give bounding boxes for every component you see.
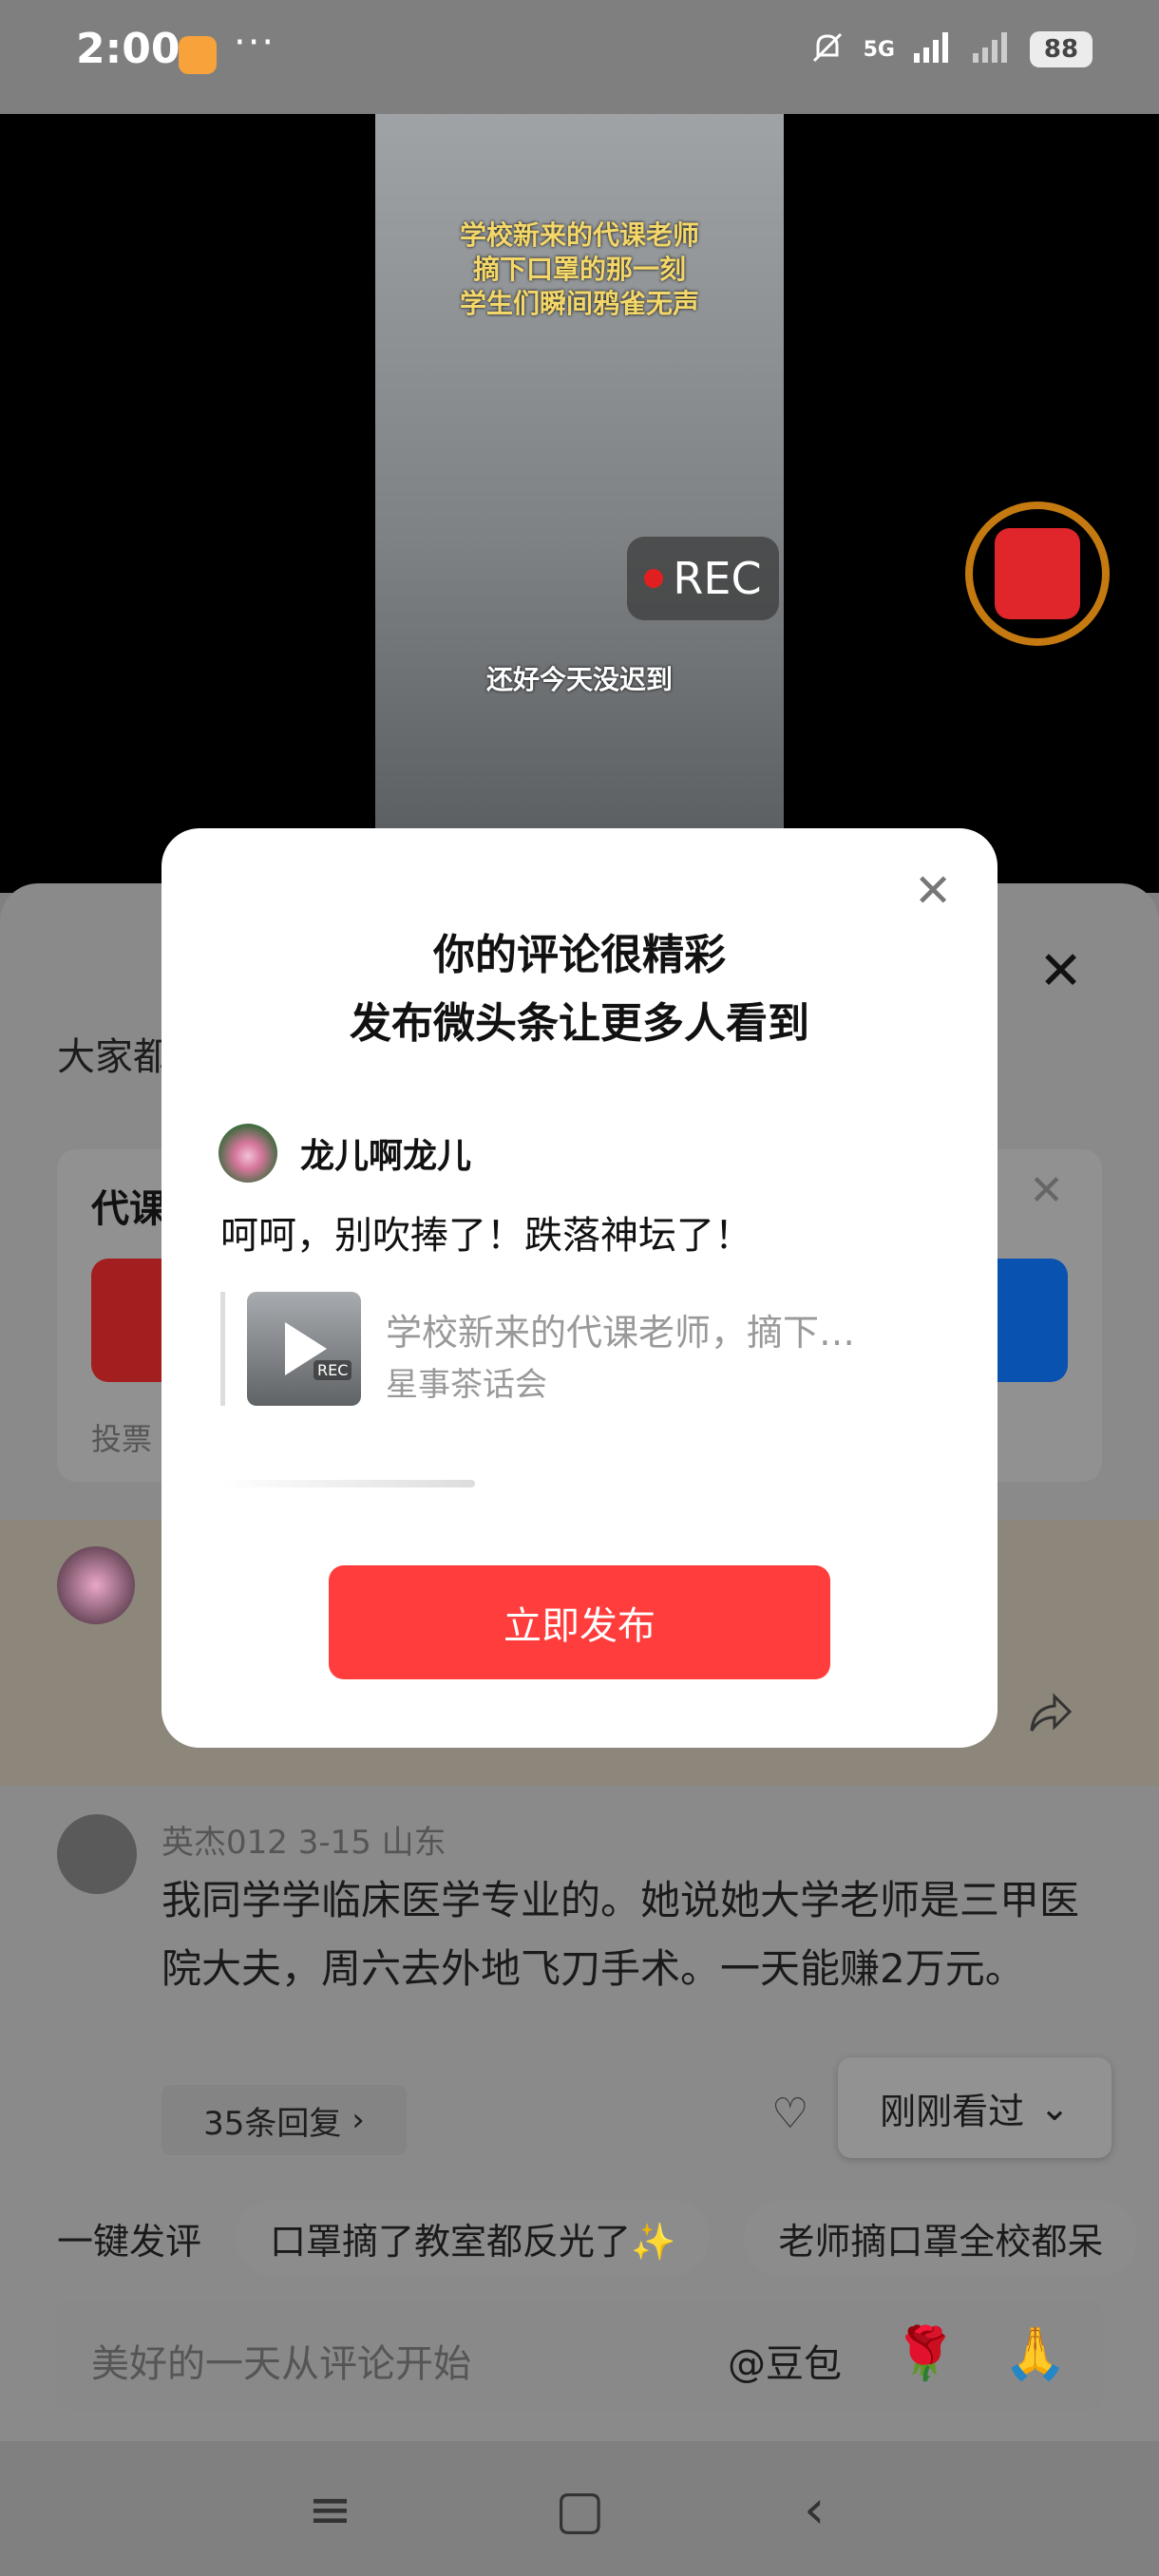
signal-icon-2 <box>971 30 1013 68</box>
sheet-close-icon[interactable]: ✕ <box>1038 940 1083 1002</box>
quick-comment-row: 一键发评 口罩摘了教室都反光了✨ 老师摘口罩全校都呆 <box>57 2200 1138 2276</box>
quick-comment-label: 一键发评 <box>57 2220 202 2263</box>
dialog-title-line-2: 发布微头条让更多人看到 <box>350 999 809 1048</box>
like-icon[interactable]: ♡ <box>771 2090 808 2138</box>
quote-divider <box>220 1292 225 1406</box>
dialog-title-line-1: 你的评论很精彩 <box>433 931 726 979</box>
dialog-comment-text: 呵呵，别吹捧了！跌落神坛了！ <box>220 1214 752 1258</box>
comment-text: 我同学学临床医学专业的。她说她大学老师是三甲医院大夫，周六去外地飞刀手术。一天能… <box>162 1877 1080 1992</box>
quick-comment-chip[interactable]: 老师摘口罩全校都呆 <box>744 2200 1138 2276</box>
loading-bar <box>220 1480 475 1487</box>
network-type: 5G <box>863 37 895 62</box>
comment-meta: 英杰012 3-15 山东 <box>162 1824 446 1862</box>
chevron-right-icon: › <box>341 2101 365 2139</box>
rec-label: REC <box>673 553 762 604</box>
red-envelope-button[interactable] <box>965 502 1110 646</box>
menu-icon[interactable]: ≡ <box>308 2479 352 2541</box>
signal-icon <box>912 30 954 68</box>
avatar[interactable] <box>57 1546 135 1624</box>
quoted-title: 学校新来的代课老师，摘下… <box>386 1312 856 1354</box>
status-time: 2:00 <box>76 25 180 73</box>
home-icon[interactable]: ▢ <box>555 2479 605 2541</box>
recently-viewed-label: 刚刚看过 <box>880 2090 1025 2132</box>
notification-app-icon <box>179 36 217 74</box>
dialog-title: 你的评论很精彩 发布微头条让更多人看到 <box>162 921 998 1058</box>
back-icon[interactable]: ‹ <box>804 2479 825 2541</box>
avatar <box>218 1124 277 1183</box>
poll-close-icon[interactable]: ✕ <box>1029 1166 1064 1215</box>
pray-emoji-button[interactable]: 🙏 <box>1003 2323 1067 2384</box>
replies-button[interactable]: 35条回复 › <box>162 2085 407 2155</box>
share-icon[interactable] <box>1028 1693 1074 1746</box>
poll-question: 代课 <box>91 1187 167 1231</box>
chevron-down-icon: ⌄ <box>1039 2087 1070 2129</box>
thumbnail-rec-label: REC <box>314 1360 352 1380</box>
video-caption-line-3: 学生们瞬间鸦雀无声 <box>459 288 699 319</box>
quoted-source: 星事茶话会 <box>386 1366 547 1404</box>
video-caption-line-1: 学校新来的代课老师 <box>459 219 699 251</box>
video-caption-line-2: 摘下口罩的那一刻 <box>472 254 686 285</box>
rec-dot-icon <box>644 569 664 588</box>
username: 龙儿啊龙儿 <box>300 1137 472 1176</box>
quick-comment-chip[interactable]: 口罩摘了教室都反光了✨ <box>236 2200 711 2276</box>
sheet-title: 大家都 <box>57 1035 171 1079</box>
mute-icon <box>808 28 846 70</box>
rose-emoji-button[interactable]: 🌹 <box>893 2323 957 2384</box>
red-envelope-icon <box>995 528 1080 619</box>
publish-button[interactable]: 立即发布 <box>329 1565 830 1679</box>
more-notifications-icon: ··· <box>234 21 276 65</box>
video-subtitle: 还好今天没迟到 <box>485 664 673 695</box>
recently-viewed-button[interactable]: 刚刚看过 ⌄ <box>838 2057 1112 2158</box>
battery-level: 88 <box>1030 31 1092 67</box>
avatar[interactable] <box>57 1814 137 1894</box>
replies-label: 35条回复 <box>203 2104 342 2143</box>
mention-doubao-button[interactable]: @豆包 <box>728 2333 842 2388</box>
dialog-close-icon[interactable]: ✕ <box>914 864 952 918</box>
status-indicators: 5G 88 <box>808 28 1092 70</box>
poll-label: 投票 <box>91 1421 153 1457</box>
comment-input-placeholder: 美好的一天从评论开始 <box>91 2342 471 2386</box>
rec-indicator: REC <box>627 537 779 620</box>
